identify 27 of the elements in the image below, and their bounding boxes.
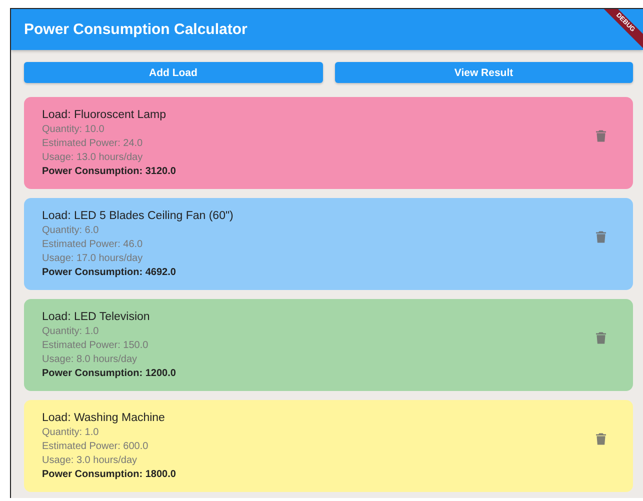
power-consumption-text: Power Consumption: 3120.0	[42, 165, 176, 179]
quantity-text: Quantity: 6.0	[42, 224, 100, 238]
power-consumption-text: Power Consumption: 1200.0	[42, 367, 176, 381]
quantity-text: Quantity: 1.0	[42, 325, 100, 339]
load-title: Load: LED Television	[42, 310, 151, 325]
estimated-power-text: Estimated Power: 24.0	[42, 137, 144, 151]
estimated-power-text: Estimated Power: 46.0	[42, 238, 144, 252]
estimated-power-text: Estimated Power: 150.0	[42, 339, 150, 353]
view-result-button[interactable]: View Result	[334, 62, 633, 83]
trash-icon[interactable]	[596, 332, 606, 344]
power-consumption-text: Power Consumption: 1800.0	[42, 468, 176, 482]
app-title: Power Consumption Calculator	[24, 21, 248, 38]
estimated-power-text: Estimated Power: 600.0	[42, 440, 150, 454]
usage-text: Usage: 13.0 hours/day	[42, 151, 144, 165]
usage-text: Usage: 8.0 hours/day	[42, 353, 138, 367]
usage-text: Usage: 3.0 hours/day	[42, 454, 138, 468]
load-title: Load: Fluoroscent Lamp	[42, 108, 168, 123]
usage-text: Usage: 17.0 hours/day	[42, 252, 144, 266]
load-title: Load: LED 5 Blades Ceiling Fan (60")	[42, 209, 234, 224]
load-title: Load: Washing Machine	[42, 411, 166, 426]
add-load-button[interactable]: Add Load	[24, 62, 322, 83]
power-consumption-text: Power Consumption: 4692.0	[42, 266, 177, 280]
quantity-text: Quantity: 1.0	[42, 426, 100, 440]
trash-icon[interactable]	[596, 231, 606, 243]
quantity-text: Quantity: 10.0	[42, 123, 106, 137]
trash-icon[interactable]	[596, 433, 606, 445]
trash-icon[interactable]	[596, 130, 606, 142]
